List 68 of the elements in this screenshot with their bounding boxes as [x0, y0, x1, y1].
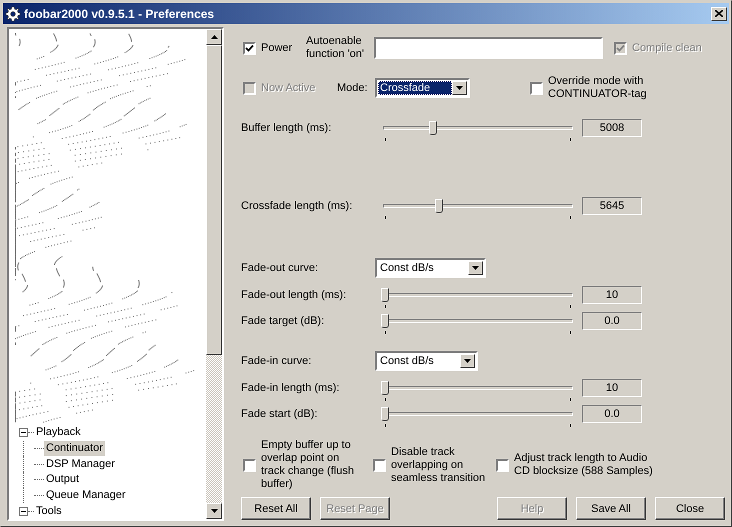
collapse-icon[interactable]	[19, 428, 28, 438]
field-label: Autoenable function 'on'	[306, 35, 366, 61]
mode-dropdown[interactable]: Crossfade	[375, 78, 470, 98]
checkbox-label: Compile clean	[632, 42, 702, 54]
value-box: 10	[582, 379, 642, 397]
slider-thumb[interactable]	[429, 121, 438, 135]
setting-label: Fade-out curve:	[241, 262, 320, 274]
scroll-thumb[interactable]	[206, 45, 222, 355]
curve-dropdown[interactable]: Const dB/s	[375, 258, 486, 278]
tree-item[interactable]: Continuator	[44, 441, 105, 456]
down-arrow-icon	[210, 509, 218, 513]
setting-label: Buffer length (ms):	[241, 122, 332, 134]
checkbox-label: Adjust track length to Audio CD blocksize (588 Samples)	[514, 452, 654, 478]
value-box: 0.0	[582, 405, 642, 423]
setting-label: Fade-in length (ms):	[241, 382, 340, 394]
tree-item[interactable]: Queue Manager	[44, 488, 128, 504]
checkbox-label: Empty buffer up to overlap point on track change (flush buffer)	[261, 439, 355, 491]
tree-item[interactable]: Output	[44, 472, 82, 488]
setting-label: Fade-in curve:	[241, 354, 312, 368]
down-arrow-icon	[464, 359, 471, 363]
slider[interactable]	[381, 378, 575, 398]
value-box: 0.0	[582, 312, 642, 330]
window-title: foobar2000 v0.9.5.1 - Preferences	[24, 6, 216, 20]
setting-label: Fade start (dB):	[241, 408, 318, 420]
tree-item[interactable]: DSP Manager	[44, 456, 117, 472]
checkbox-label: Power	[261, 42, 292, 54]
slider-thumb[interactable]	[381, 381, 389, 395]
checkbox-label: Now Active	[261, 82, 316, 94]
checkbox[interactable]	[373, 458, 386, 472]
dialog-button[interactable]: Close	[655, 497, 725, 520]
field-label: Mode:	[337, 82, 369, 94]
dialog-button[interactable]: Save All	[576, 497, 646, 520]
power-checkbox[interactable]	[243, 42, 256, 54]
slider[interactable]	[381, 118, 575, 138]
value-box: 5008	[582, 119, 642, 137]
up-arrow-icon	[210, 35, 218, 39]
collapse-icon[interactable]	[19, 506, 28, 516]
value-box: 5645	[582, 197, 642, 215]
checkbox[interactable]	[530, 82, 543, 94]
slider-thumb[interactable]	[434, 199, 443, 213]
dialog-button[interactable]: Reset All	[241, 497, 311, 520]
tree-item[interactable]: Playback	[34, 425, 83, 440]
slider[interactable]	[381, 311, 575, 331]
slider[interactable]	[381, 285, 575, 305]
scroll-up-button[interactable]	[206, 29, 222, 45]
checkbox[interactable]	[243, 458, 256, 472]
setting-label: Fade target (dB):	[241, 314, 326, 328]
slider[interactable]	[381, 404, 575, 424]
slider[interactable]	[381, 196, 575, 216]
slider-thumb[interactable]	[381, 407, 389, 421]
slider-thumb[interactable]	[381, 314, 389, 328]
input-field[interactable]	[374, 37, 603, 59]
curve-dropdown[interactable]: Const dB/s	[375, 351, 478, 371]
checkbox[interactable]	[496, 458, 509, 472]
scrollbar[interactable]	[206, 29, 222, 519]
scroll-down-button[interactable]	[206, 503, 222, 519]
setting-label: Fade-out length (ms):	[241, 288, 348, 302]
close-button[interactable]	[711, 6, 727, 20]
checkbox-label: Override mode with CONTINUATOR-tag	[548, 75, 648, 101]
down-arrow-icon	[472, 266, 479, 270]
slider-thumb[interactable]	[381, 288, 389, 302]
down-arrow-icon	[456, 86, 463, 90]
tree-item[interactable]: Tools	[34, 504, 64, 519]
checkbox-label: Disable track overlapping on seamless transition	[391, 446, 486, 484]
value-box: 10	[582, 286, 642, 304]
gear-icon	[5, 6, 21, 22]
setting-label: Crossfade length (ms):	[241, 200, 354, 212]
close-icon	[715, 10, 723, 17]
